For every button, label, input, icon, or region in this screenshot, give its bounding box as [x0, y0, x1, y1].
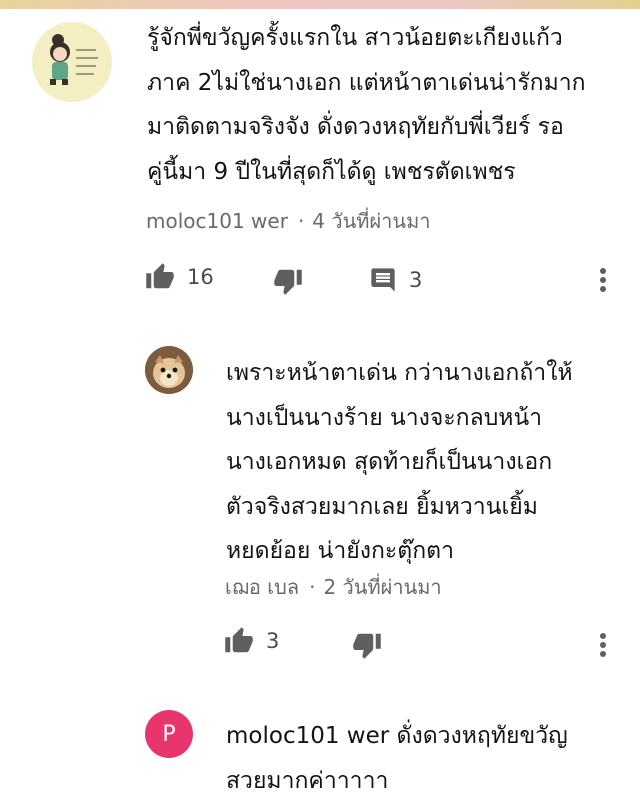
- comment-text: รู้จักพี่ขวัญครั้งแรกใน สาวน้อยตะเกียงแก…: [147, 25, 586, 185]
- comment-actions: 16 3: [145, 262, 625, 302]
- more-options-icon[interactable]: [600, 268, 608, 295]
- comment-time: 4 วันที่ผ่านมา: [312, 209, 431, 233]
- reply-count: 3: [409, 268, 423, 292]
- thumbs-up-icon: [225, 627, 253, 653]
- more-options-icon[interactable]: [600, 633, 608, 660]
- thumbs-up-icon: [146, 263, 174, 289]
- like-count: 3: [266, 629, 280, 653]
- avatar[interactable]: [145, 346, 193, 394]
- video-header-strip: [0, 0, 640, 9]
- comment-text: moloc101 wer ดั่งดวงหฤทัยขวัญ สวยมากค่าา…: [226, 723, 568, 794]
- thumbs-down-icon: [274, 269, 302, 295]
- cartoon-girl-avatar-icon: [32, 22, 112, 102]
- comment-meta: moloc101 wer · 4 วันที่ผ่านมา: [146, 205, 431, 237]
- meta-separator: ·: [309, 575, 316, 599]
- reply-button[interactable]: 3: [369, 266, 422, 294]
- dislike-button[interactable]: [352, 630, 382, 660]
- comment-time: 2 วันที่ผ่านมา: [323, 575, 442, 599]
- comment-text: เพราะหน้าตาเด่น กว่านางเอกถ้าให้ นางเป็น…: [226, 360, 573, 564]
- comment-actions: 3: [224, 626, 624, 666]
- meta-separator: ·: [297, 209, 305, 233]
- comment-author[interactable]: moloc101 wer: [146, 209, 288, 233]
- thumbs-down-icon: [353, 633, 381, 659]
- comment-icon: [371, 268, 395, 292]
- comment-meta: เฌอ เบล · 2 วันที่ผ่านมา: [225, 571, 442, 603]
- like-count: 16: [187, 265, 214, 289]
- avatar[interactable]: [32, 22, 112, 102]
- like-button[interactable]: 16: [145, 262, 214, 292]
- dislike-button[interactable]: [273, 266, 303, 296]
- like-button[interactable]: 3: [224, 626, 279, 656]
- avatar[interactable]: P: [145, 710, 193, 758]
- comment-author[interactable]: เฌอ เบล: [225, 575, 299, 599]
- avatar-letter: P: [162, 721, 176, 747]
- puppy-photo-avatar-icon: [145, 346, 193, 394]
